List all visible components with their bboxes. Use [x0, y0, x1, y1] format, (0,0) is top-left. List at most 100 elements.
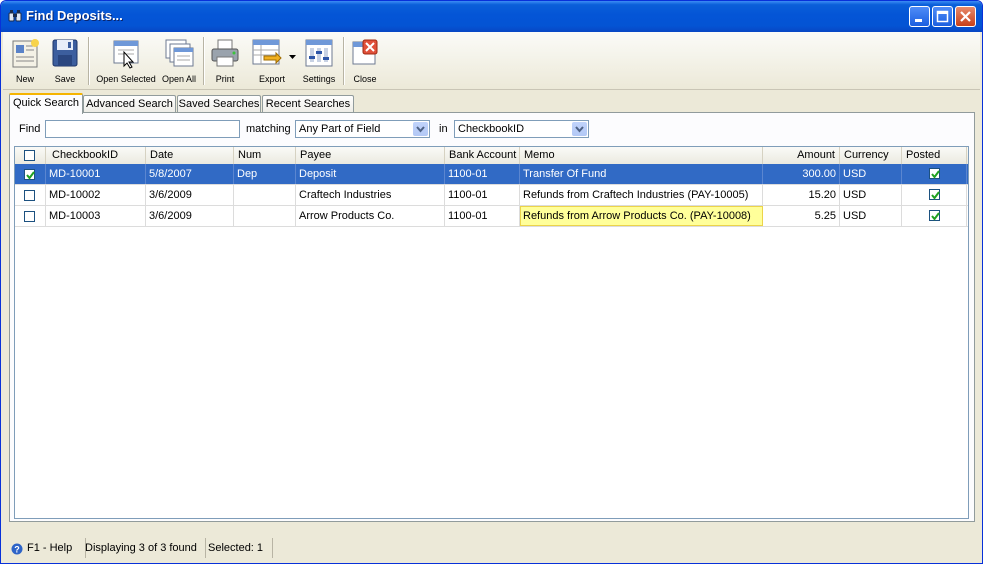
export-button[interactable]: Export [247, 34, 297, 88]
tab-recent-searches[interactable]: Recent Searches [262, 95, 354, 113]
row-checkbox[interactable] [24, 211, 35, 222]
close-label: Close [353, 74, 377, 84]
column-header-date[interactable]: Date [146, 147, 234, 164]
cell-currency: USD [840, 164, 902, 184]
select-all-checkbox[interactable] [24, 150, 35, 161]
close-button[interactable]: Close [347, 34, 383, 88]
results-grid: CheckbookID Date Num Payee Bank Account … [14, 146, 969, 519]
grid-header: CheckbookID Date Num Payee Bank Account … [15, 147, 968, 165]
window-title: Find Deposits... [26, 8, 123, 23]
cell-payee: Deposit [296, 164, 445, 184]
chevron-down-icon[interactable] [572, 122, 587, 136]
cell-bank-account: 1100-01 [445, 164, 520, 184]
tab-advanced-search[interactable]: Advanced Search [83, 95, 176, 113]
floppy-disk-icon [49, 37, 81, 69]
posted-checkbox[interactable] [929, 189, 940, 200]
print-button[interactable]: Print [207, 34, 243, 88]
open-all-label: Open All [161, 74, 197, 84]
cell-amount: 5.25 [763, 206, 840, 226]
selection-count: Selected: 1 [208, 538, 273, 558]
open-all-button[interactable]: Open All [159, 34, 199, 88]
column-header-currency[interactable]: Currency [840, 147, 902, 164]
cell-currency: USD [840, 185, 902, 205]
cell-num [234, 206, 296, 226]
cell-checkbookid: MD-10001 [46, 164, 146, 184]
cell-payee: Craftech Industries [296, 185, 445, 205]
select-all-header[interactable] [15, 147, 46, 164]
tab-saved-searches[interactable]: Saved Searches [177, 95, 261, 113]
help-text: F1 - Help [27, 542, 73, 554]
cell-posted [902, 164, 967, 184]
table-row[interactable]: MD-10003 3/6/2009 Arrow Products Co. 110… [15, 206, 968, 227]
cell-num [234, 185, 296, 205]
column-header-payee[interactable]: Payee [296, 147, 445, 164]
close-window-button[interactable] [955, 6, 976, 27]
row-select-cell[interactable] [15, 164, 46, 184]
column-header-posted[interactable]: Posted [902, 147, 967, 164]
posted-checkbox[interactable] [929, 168, 940, 179]
table-row[interactable]: MD-10001 5/8/2007 Dep Deposit 1100-01 Tr… [15, 164, 968, 185]
export-label: Export [258, 74, 285, 84]
new-label: New [15, 74, 34, 84]
maximize-button[interactable] [932, 6, 953, 27]
field-select[interactable]: CheckbookID [454, 120, 589, 138]
column-header-num[interactable]: Num [234, 147, 296, 164]
export-icon [250, 37, 282, 69]
quick-search-panel: Find matching Any Part of Field in Check… [9, 112, 975, 522]
cell-payee: Arrow Products Co. [296, 206, 445, 226]
cell-amount: 300.00 [763, 164, 840, 184]
matching-select-value: Any Part of Field [299, 123, 381, 135]
cell-memo: Refunds from Craftech Industries (PAY-10… [520, 185, 763, 205]
minimize-button[interactable] [909, 6, 930, 27]
find-input[interactable] [45, 120, 240, 138]
new-button[interactable]: New [7, 34, 43, 88]
cell-memo-highlighted: Refunds from Arrow Products Co. (PAY-100… [520, 206, 763, 226]
export-dropdown-arrow-icon[interactable] [289, 50, 296, 62]
toolbar: New Save Open Selected Open All Print Ex… [3, 32, 980, 90]
cell-num: Dep [234, 164, 296, 184]
help-status[interactable]: ? F1 - Help [9, 538, 86, 558]
cell-bank-account: 1100-01 [445, 185, 520, 205]
table-row[interactable]: MD-10002 3/6/2009 Craftech Industries 11… [15, 185, 968, 206]
cell-memo: Transfer Of Fund [520, 164, 763, 184]
cell-date: 5/8/2007 [146, 164, 234, 184]
toolbar-separator [88, 37, 90, 85]
matching-label: matching [246, 123, 291, 135]
open-selected-icon [110, 37, 142, 69]
chevron-down-icon[interactable] [413, 122, 428, 136]
column-header-bank-account[interactable]: Bank Account [445, 147, 520, 164]
row-select-cell[interactable] [15, 206, 46, 226]
row-select-cell[interactable] [15, 185, 46, 205]
cell-amount: 15.20 [763, 185, 840, 205]
tab-quick-search[interactable]: Quick Search [9, 93, 83, 114]
in-label: in [439, 123, 448, 135]
cell-checkbookid: MD-10003 [46, 206, 146, 226]
binoculars-icon [8, 9, 22, 23]
save-label: Save [54, 74, 76, 84]
printer-icon [209, 37, 241, 69]
row-checkbox[interactable] [24, 190, 35, 201]
toolbar-separator [203, 37, 205, 85]
cell-currency: USD [840, 206, 902, 226]
title-bar[interactable]: Find Deposits... [1, 1, 982, 32]
new-document-icon [9, 37, 41, 69]
matching-select[interactable]: Any Part of Field [295, 120, 430, 138]
status-bar: ? F1 - Help Displaying 3 of 3 found Sele… [3, 535, 980, 561]
settings-label: Settings [302, 74, 336, 84]
close-icon [349, 37, 381, 69]
print-label: Print [215, 74, 235, 84]
save-button[interactable]: Save [47, 34, 83, 88]
cell-bank-account: 1100-01 [445, 206, 520, 226]
column-header-amount[interactable]: Amount [763, 147, 840, 164]
help-icon: ? [11, 542, 23, 562]
posted-checkbox[interactable] [929, 210, 940, 221]
row-checkbox[interactable] [24, 169, 35, 180]
cell-checkbookid: MD-10002 [46, 185, 146, 205]
cell-date: 3/6/2009 [146, 206, 234, 226]
settings-button[interactable]: Settings [299, 34, 339, 88]
svg-text:?: ? [14, 545, 20, 555]
cell-date: 3/6/2009 [146, 185, 234, 205]
column-header-checkbookid[interactable]: CheckbookID [46, 147, 146, 164]
column-header-memo[interactable]: Memo [520, 147, 763, 164]
open-selected-button[interactable]: Open Selected [93, 34, 159, 88]
